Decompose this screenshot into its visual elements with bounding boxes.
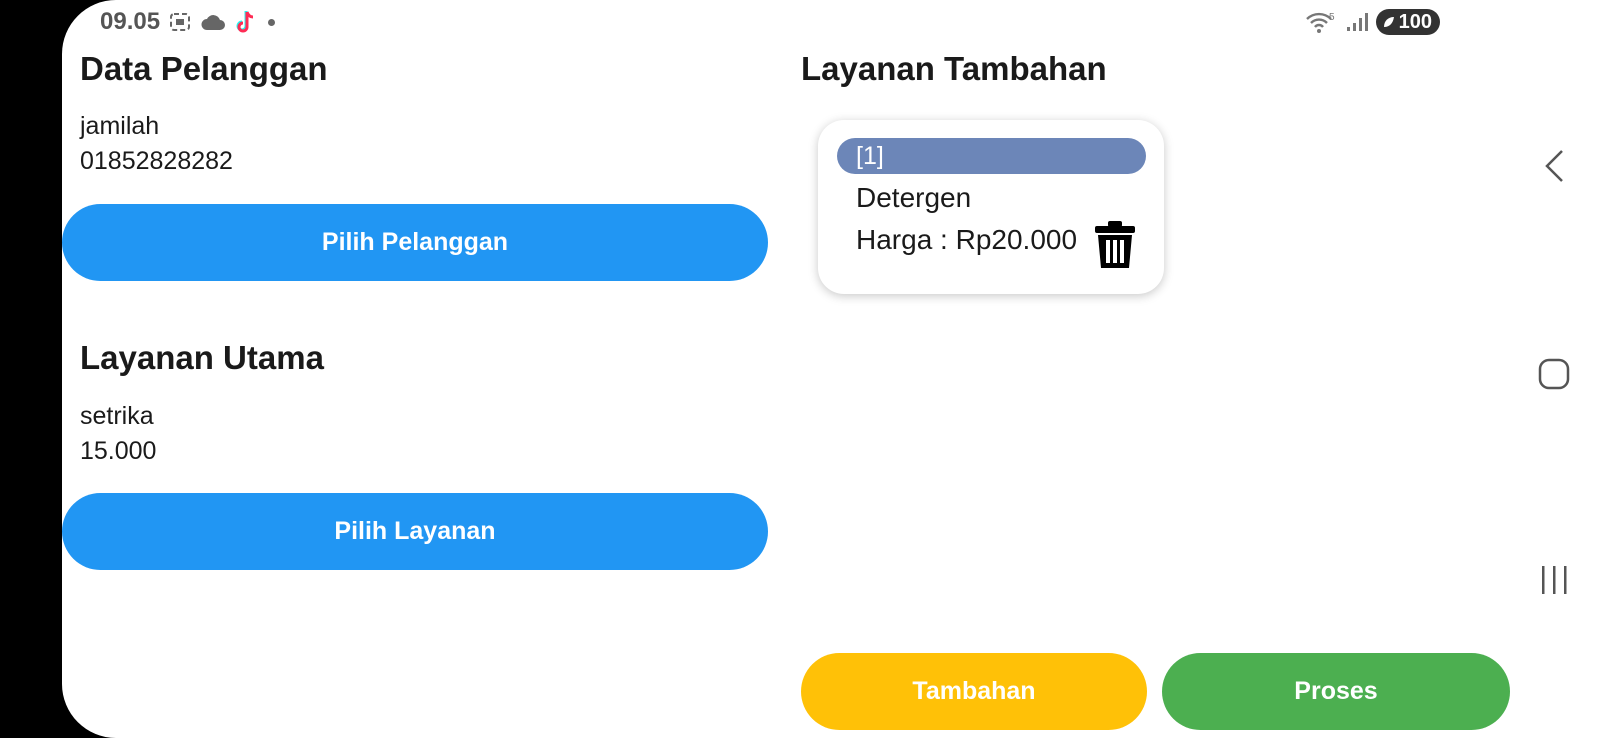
main-service-section-title: Layanan Utama [80,339,324,376]
main-service-name: setrika [80,402,154,430]
status-bar-left: 09.05 [100,6,276,38]
customer-section-title: Data Pelanggan [80,50,328,87]
recents-icon[interactable] [1540,564,1570,601]
status-time: 09.05 [100,8,161,35]
cloud-icon [200,13,226,31]
main-service-price: 15.000 [80,437,157,465]
battery-indicator: 100 [1375,9,1440,35]
app-screen: 09.05 5 100 Data Pelanggan jamilah 01852… [62,0,1600,738]
tiktok-icon [234,9,256,35]
home-icon[interactable] [1537,357,1571,396]
status-bar-right: 5 100 [1304,6,1440,38]
screenshot-icon [168,11,192,33]
notification-dot-icon [268,18,276,26]
extra-service-price: Harga : Rp20.000 [856,224,1078,255]
choose-customer-button[interactable]: Pilih Pelanggan [62,204,768,281]
add-extra-button[interactable]: Tambahan [801,653,1147,730]
battery-level: 100 [1398,10,1432,33]
extra-service-card: [1] Detergen Harga : Rp20.000 [818,120,1164,294]
customer-name: jamilah [80,112,160,140]
trash-icon[interactable] [1093,220,1137,275]
power-saving-icon [1383,17,1394,27]
extra-services-section-title: Layanan Tambahan [801,50,1107,87]
svg-text:5: 5 [1329,12,1335,23]
process-button[interactable]: Proses [1162,653,1510,730]
signal-icon [1346,12,1368,32]
extra-service-index: [1] [837,138,1146,174]
wifi-icon: 5 [1304,10,1338,34]
back-icon[interactable] [1542,148,1568,189]
extra-service-name: Detergen [856,182,972,213]
customer-phone: 01852828282 [80,147,233,175]
choose-service-button[interactable]: Pilih Layanan [62,493,768,570]
